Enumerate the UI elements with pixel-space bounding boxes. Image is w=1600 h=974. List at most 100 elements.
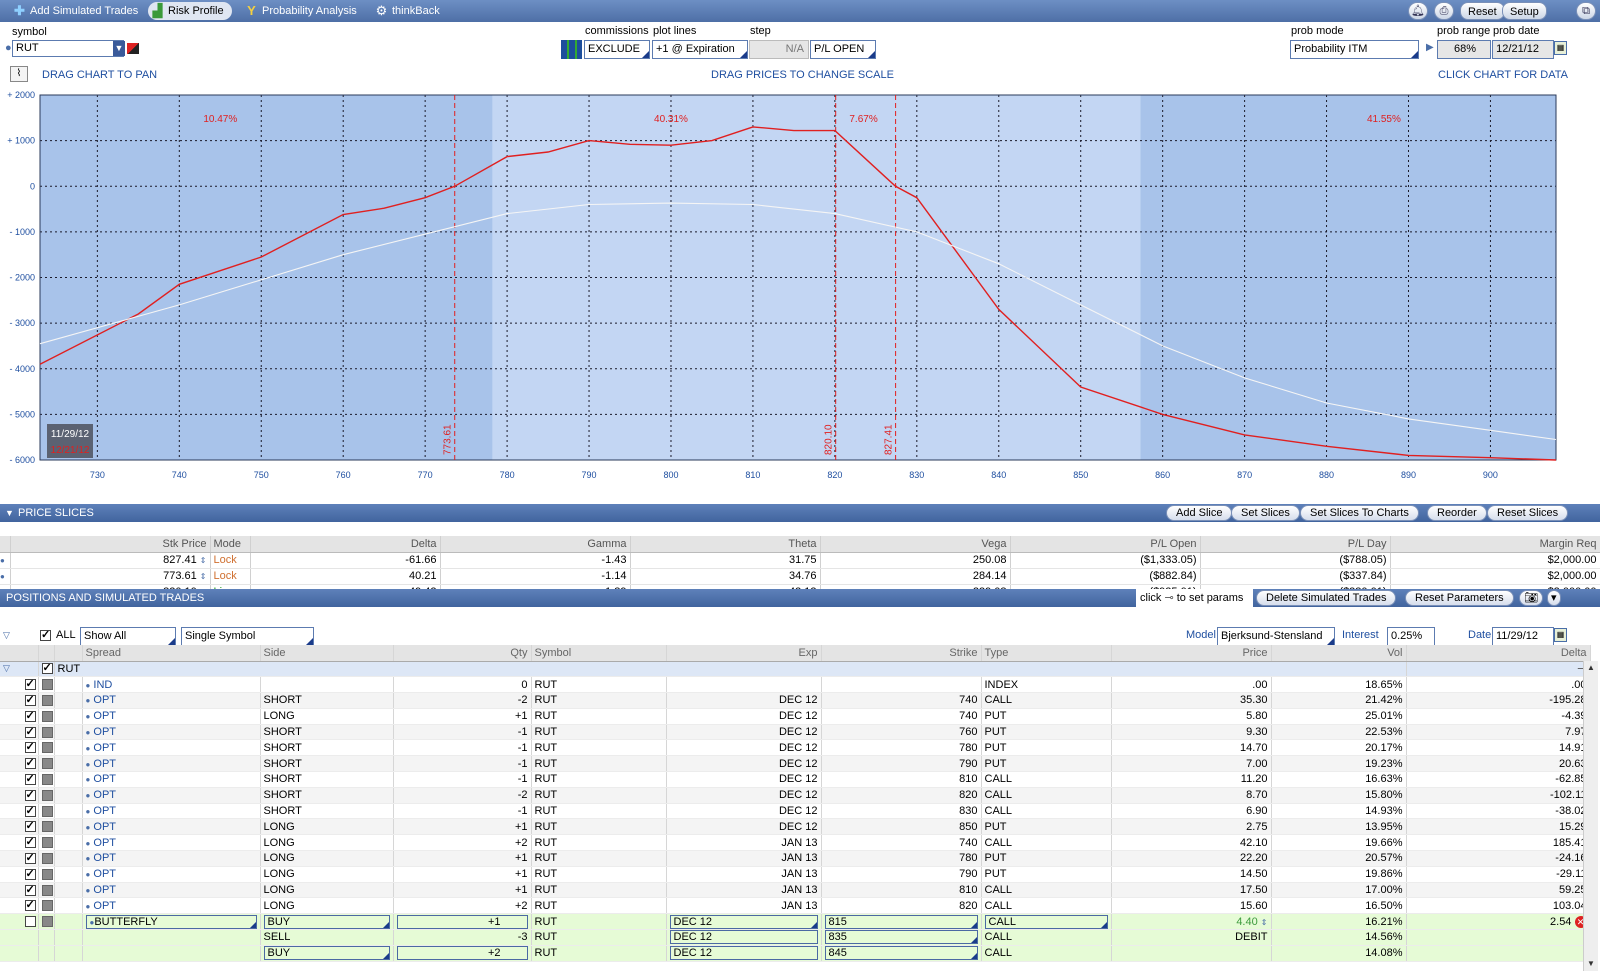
position-checkbox[interactable]: [24, 898, 36, 912]
set-slices-button[interactable]: Set Slices: [1231, 505, 1300, 521]
position-row[interactable]: ● OPTLONG+1RUTJAN 13810CALL17.5017.00%59…: [0, 882, 1591, 899]
position-row[interactable]: ● OPTSHORT-1RUTDEC 12810CALL11.2016.63%-…: [0, 771, 1591, 788]
position-row[interactable]: ● OPTSHORT-2RUTDEC 12820CALL8.7015.80%-1…: [0, 787, 1591, 804]
position-checkbox[interactable]: [24, 867, 36, 880]
col-gamma[interactable]: Gamma: [440, 536, 631, 553]
col-price[interactable]: Price: [1111, 645, 1272, 662]
risk-profile-chart[interactable]: + 2000 + 1000 0 - 1000 - 2000 - 3000 - 4000 - 5…: [0, 90, 1600, 500]
position-row[interactable]: ● OPTLONG+1RUTDEC 12740PUT5.8025.01%-4.3…: [0, 708, 1591, 725]
col-delta[interactable]: Delta: [250, 536, 441, 553]
model-date-input[interactable]: 11/29/12: [1492, 627, 1554, 646]
col-symbol[interactable]: Symbol: [531, 645, 667, 662]
col-vol[interactable]: Vol: [1271, 645, 1407, 662]
position-color-swatch[interactable]: [41, 774, 53, 786]
sim-spread-select[interactable]: ●BUTTERFLY: [82, 913, 261, 931]
position-spread[interactable]: ● OPT: [82, 724, 261, 741]
link-icon[interactable]: ●: [86, 744, 91, 753]
slice-mode[interactable]: Lock: [210, 552, 251, 569]
slice-link-icon[interactable]: ●: [0, 568, 11, 585]
step-input[interactable]: N/A: [749, 40, 809, 59]
col-pl-open[interactable]: P/L Open: [1010, 536, 1201, 553]
group-options-icon[interactable]: ⊸: [1406, 661, 1591, 678]
position-row[interactable]: ● OPTSHORT-1RUTDEC 12780PUT14.7020.17%14…: [0, 739, 1591, 757]
col-stk-price[interactable]: Stk Price: [10, 536, 211, 553]
add-slice-button[interactable]: Add Slice: [1166, 505, 1233, 521]
plot-lines-select[interactable]: +1 @ Expiration: [652, 40, 748, 59]
position-checkbox[interactable]: [24, 677, 36, 691]
position-spread[interactable]: ● OPT: [82, 708, 261, 725]
link-icon[interactable]: ●: [86, 902, 91, 911]
sim-side-select[interactable]: BUY: [260, 913, 394, 931]
position-row[interactable]: ● OPTSHORT-2RUTDEC 12740CALL35.3021.42%-…: [0, 692, 1591, 709]
position-color-swatch[interactable]: [41, 679, 53, 691]
alert-bell-icon[interactable]: 🔔︎: [1408, 2, 1428, 20]
position-color-swatch[interactable]: [41, 695, 53, 707]
position-color-swatch[interactable]: [41, 758, 53, 770]
collapse-icon[interactable]: ▼: [5, 504, 14, 522]
position-row[interactable]: ● OPTLONG+1RUTDEC 12850PUT2.7513.95%15.2…: [0, 818, 1591, 836]
position-color-swatch[interactable]: [41, 726, 53, 738]
setup-button[interactable]: Setup: [1502, 2, 1547, 20]
link-icon[interactable]: ●: [86, 696, 91, 705]
slice-row[interactable]: ● 827.41 ⇕ Lock -61.66 -1.43 31.75 250.08 ($1,3…: [0, 552, 1600, 569]
position-row[interactable]: ● OPTSHORT-1RUTDEC 12830CALL6.9014.93%-3…: [0, 803, 1591, 820]
symbol-filter-select[interactable]: Single Symbol: [181, 627, 314, 646]
position-color-swatch[interactable]: [41, 837, 53, 849]
position-checkbox[interactable]: [24, 788, 36, 801]
position-color-swatch[interactable]: [41, 710, 53, 722]
expand-icon[interactable]: ▽: [3, 630, 10, 641]
model-select[interactable]: Bjerksund-Stensland: [1217, 627, 1335, 646]
sim-type-select[interactable]: CALL: [981, 945, 1112, 962]
position-row[interactable]: ● OPTLONG+2RUTJAN 13740CALL42.1019.66%18…: [0, 834, 1591, 852]
sim-strike-select[interactable]: 835: [821, 929, 982, 946]
simulated-leg-row[interactable]: ●BUTTERFLY BUY +1 RUT DEC 12 815 CALL 4.40 ⇕ 16.…: [0, 913, 1591, 931]
detach-icon[interactable]: ⧉: [1576, 2, 1596, 20]
position-spread[interactable]: ● OPT: [82, 755, 261, 773]
link-icon[interactable]: ●: [86, 807, 91, 816]
slice-link-icon[interactable]: ●: [0, 552, 11, 569]
slice-row[interactable]: ● 773.61 ⇕ Lock 40.21 -1.14 34.76 284.14 ($882.…: [0, 568, 1600, 585]
risk-profile-tab[interactable]: ▟ Risk Profile: [148, 2, 232, 20]
commissions-select[interactable]: EXCLUDE: [584, 40, 650, 59]
position-color-swatch[interactable]: [41, 805, 53, 817]
col-margin-req[interactable]: Margin Req: [1390, 536, 1600, 553]
sim-exp-select[interactable]: DEC 12: [666, 929, 822, 946]
col-vega[interactable]: Vega: [820, 536, 1011, 553]
sim-qty-stepper[interactable]: -3: [393, 929, 532, 946]
chart-type-icon[interactable]: ⌇: [10, 66, 28, 82]
thinkback-tab[interactable]: ⚙ thinkBack: [372, 2, 440, 20]
link-icon[interactable]: ●: [86, 791, 91, 800]
print-icon[interactable]: ⎙: [1434, 2, 1454, 20]
add-simulated-trades-tab[interactable]: ✚ Add Simulated Trades: [10, 2, 138, 20]
reset-slices-button[interactable]: Reset Slices: [1487, 505, 1569, 521]
position-spread[interactable]: ● OPT: [82, 803, 261, 820]
link-icon[interactable]: ●: [86, 760, 91, 769]
reset-button[interactable]: Reset: [1460, 2, 1505, 20]
group-checkbox[interactable]: [41, 661, 53, 675]
reorder-button[interactable]: Reorder: [1427, 505, 1487, 521]
position-spread[interactable]: ● OPT: [82, 866, 261, 883]
scroll-up-icon[interactable]: ▲: [1584, 661, 1598, 675]
position-spread[interactable]: ● OPT: [82, 850, 261, 867]
position-row[interactable]: ● OPTLONG+1RUTJAN 13780PUT22.2020.57%-24…: [0, 850, 1591, 867]
position-color-swatch[interactable]: [41, 868, 53, 880]
position-spread[interactable]: ● OPT: [82, 771, 261, 788]
position-spread[interactable]: ● OPT: [82, 882, 261, 899]
position-spread[interactable]: ● OPT: [82, 739, 261, 757]
position-checkbox[interactable]: [24, 693, 36, 707]
show-filter-select[interactable]: Show All: [80, 627, 176, 646]
position-row[interactable]: ● OPTSHORT-1RUTDEC 12790PUT7.0019.23%20.…: [0, 755, 1591, 773]
position-spread[interactable]: ● IND: [82, 676, 261, 694]
position-row[interactable]: ● OPTLONG+2RUTJAN 13820CALL15.6016.50%10…: [0, 897, 1591, 915]
position-checkbox[interactable]: [24, 772, 36, 786]
position-row[interactable]: ● IND0RUTINDEX.0018.65%.00: [0, 676, 1591, 694]
position-checkbox[interactable]: [24, 804, 36, 817]
col-pl-day[interactable]: P/L Day: [1200, 536, 1391, 553]
slice-mode[interactable]: Lock: [210, 568, 251, 585]
col-side[interactable]: Side: [260, 645, 394, 662]
sim-checkbox[interactable]: [24, 916, 36, 928]
col-exp[interactable]: Exp: [666, 645, 822, 662]
position-checkbox[interactable]: [24, 883, 36, 896]
sim-exp-select[interactable]: DEC 12: [666, 945, 822, 962]
sim-color-swatch[interactable]: [41, 916, 53, 928]
